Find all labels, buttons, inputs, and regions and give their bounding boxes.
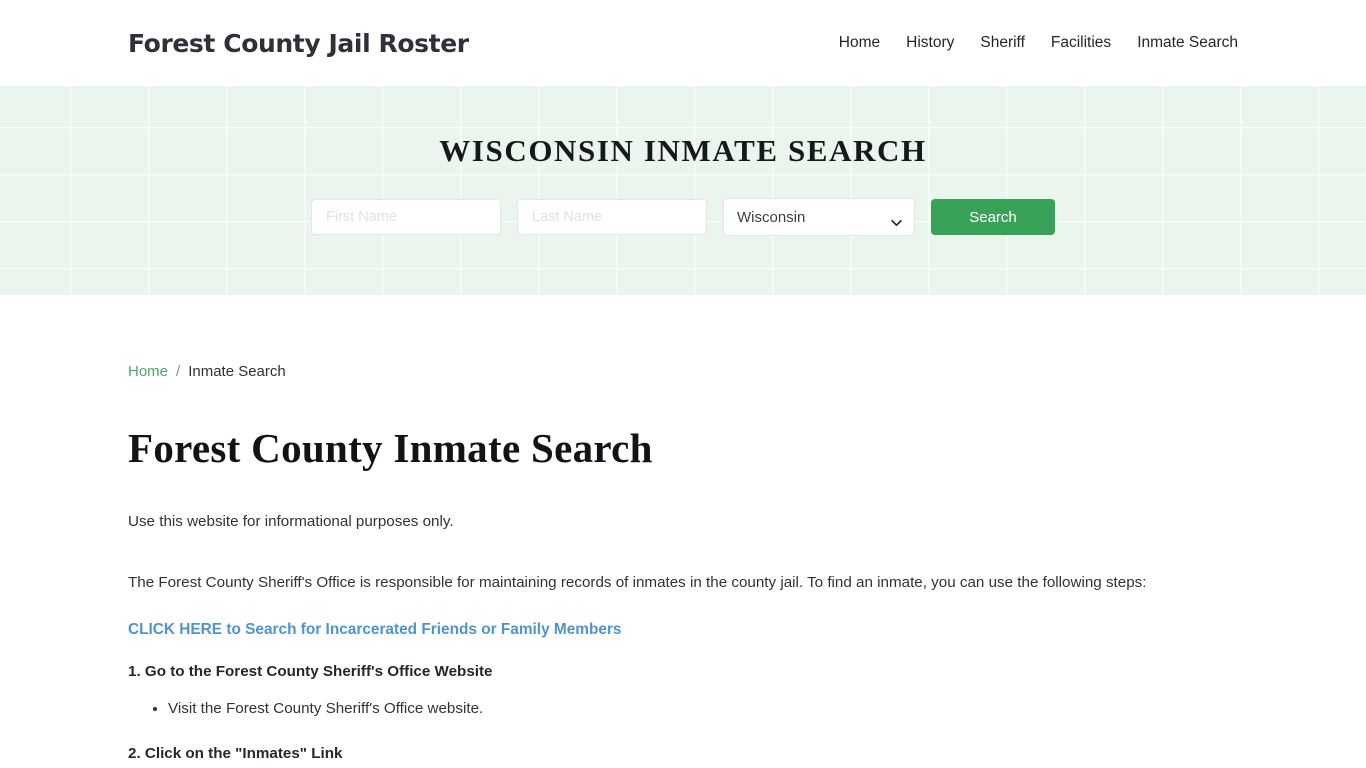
breadcrumb-link-home[interactable]: Home [128, 363, 168, 380]
step-two-heading: 2. Click on the "Inmates" Link [128, 744, 343, 762]
state-select[interactable]: Wisconsin [723, 198, 915, 236]
cta-search-link[interactable]: CLICK HERE to Search for Incarcerated Fr… [128, 621, 1238, 639]
list-item: Visit the Forest County Sheriff's Office… [168, 698, 1238, 721]
hero-section: WISCONSIN INMATE SEARCH Wisconsin Search [0, 86, 1366, 295]
hero-title: WISCONSIN INMATE SEARCH [439, 133, 927, 168]
breadcrumb: Home / Inmate Search [128, 363, 1238, 380]
description-paragraph: The Forest County Sheriff's Office is re… [128, 574, 1147, 592]
state-select-wrapper: Wisconsin [723, 198, 915, 236]
step-one-heading: 1. Go to the Forest County Sheriff's Off… [128, 663, 493, 681]
first-name-input[interactable] [311, 199, 501, 235]
site-header: Forest County Jail Roster Home History S… [0, 0, 1366, 86]
page-title: Forest County Inmate Search [128, 425, 653, 471]
nav-item-facilities[interactable]: Facilities [1051, 34, 1111, 52]
nav-item-history[interactable]: History [906, 34, 954, 52]
search-button[interactable]: Search [931, 199, 1055, 235]
breadcrumb-separator: / [176, 363, 181, 380]
inmate-search-form: Wisconsin Search [311, 198, 1055, 236]
intro-paragraph: Use this website for informational purpo… [128, 513, 454, 530]
nav-item-inmate-search[interactable]: Inmate Search [1137, 34, 1238, 52]
last-name-input[interactable] [517, 199, 707, 235]
step-one-list: Visit the Forest County Sheriff's Office… [128, 698, 1238, 721]
breadcrumb-current: Inmate Search [188, 363, 286, 380]
nav-item-sheriff[interactable]: Sheriff [980, 34, 1025, 52]
main-content: Home / Inmate Search Forest County Inmat… [0, 295, 1366, 768]
site-title: Forest County Jail Roster [128, 28, 469, 58]
main-navigation: Home History Sheriff Facilities Inmate S… [839, 34, 1238, 52]
nav-item-home[interactable]: Home [839, 34, 880, 52]
